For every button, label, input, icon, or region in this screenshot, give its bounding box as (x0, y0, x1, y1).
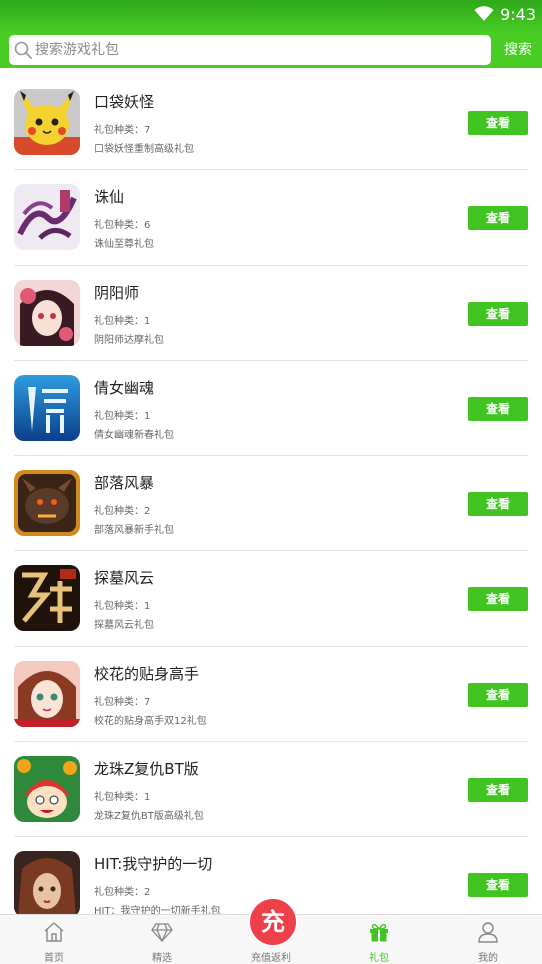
tab-recharge[interactable]: 充 充值返利 (217, 897, 325, 964)
tab-home[interactable]: 首页 (0, 915, 108, 964)
game-name: 龙珠Z复仇BT版 (94, 760, 199, 779)
gift-list: 口袋妖怪 礼包种类：7 口袋妖怪重制高级礼包 查看 诛仙 礼包种类：6 诛仙至尊… (0, 75, 542, 914)
gift-description: 部落风暴新手礼包 (94, 525, 174, 537)
list-item[interactable]: 龙珠Z复仇BT版 礼包种类：1 龙珠Z复仇BT版高级礼包 查看 (14, 742, 528, 838)
qiannv-icon (14, 374, 80, 441)
game-name: 诛仙 (94, 188, 125, 207)
tab-featured-label: 精选 (152, 953, 172, 964)
list-item[interactable]: 口袋妖怪 礼包种类：7 口袋妖怪重制高级礼包 查看 (14, 75, 528, 171)
user-icon (478, 922, 498, 943)
pikachu-icon (14, 89, 80, 155)
search-button[interactable]: 搜索 (497, 35, 539, 65)
gift-count: 礼包种类：6 (94, 220, 151, 232)
schoolgirl-icon (14, 660, 80, 727)
gift-description: 探墓风云礼包 (94, 620, 154, 632)
view-button[interactable]: 查看 (468, 682, 528, 707)
search-icon (14, 41, 32, 59)
list-item[interactable]: 阴阳师 礼包种类：1 阴阳师达摩礼包 查看 (14, 266, 528, 361)
gift-icon (370, 923, 388, 942)
gift-count: 礼包种类：7 (94, 696, 151, 708)
search-bar: 搜索 (0, 33, 542, 68)
view-button[interactable]: 查看 (468, 778, 528, 803)
list-item[interactable]: 探墓风云 礼包种类：1 探墓风云礼包 查看 (14, 551, 528, 647)
view-button[interactable]: 查看 (468, 301, 528, 326)
gift-count: 礼包种类：7 (94, 125, 151, 136)
game-name: 口袋妖怪 (94, 93, 155, 111)
gift-count: 礼包种类：1 (94, 410, 151, 422)
view-button[interactable]: 查看 (468, 111, 528, 135)
tab-mine-label: 我的 (478, 953, 498, 964)
list-item[interactable]: 倩女幽魂 礼包种类：1 倩女幽魂新春礼包 查看 (14, 361, 528, 457)
tab-home-label: 首页 (44, 953, 64, 964)
dragonball-icon (14, 756, 80, 823)
list-item[interactable]: 校花的贴身高手 礼包种类：7 校花的贴身高手双12礼包 查看 (14, 647, 528, 743)
tab-gift-label: 礼包 (369, 953, 389, 964)
hit-icon (14, 851, 80, 914)
list-item[interactable]: 部落风暴 礼包种类：2 部落风暴新手礼包 查看 (14, 456, 528, 552)
diamond-icon (151, 923, 173, 943)
status-bar: 9:43 (0, 0, 542, 33)
home-icon (44, 922, 64, 942)
view-button[interactable]: 查看 (468, 492, 528, 517)
tab-gift[interactable]: 礼包 (325, 915, 433, 964)
game-name: 部落风暴 (94, 474, 155, 493)
recharge-badge: 充 (248, 897, 298, 947)
search-box[interactable] (9, 35, 491, 65)
view-button[interactable]: 查看 (468, 587, 528, 612)
bottom-tab-bar: 首页 精选 充 充值返利 礼包 我的 (0, 897, 542, 964)
gift-count: 礼包种类：1 (94, 315, 151, 327)
gift-description: 阴阳师达摩礼包 (94, 334, 164, 346)
game-name: HIT:我守护的一切 (94, 855, 213, 874)
gift-description: 校花的贴身高手双12礼包 (94, 715, 207, 727)
game-name: 倩女幽魂 (94, 378, 155, 397)
search-input[interactable] (35, 35, 475, 65)
game-name: 探墓风云 (94, 569, 155, 588)
gift-count: 礼包种类：1 (94, 601, 151, 613)
status-time: 9:43 (500, 4, 536, 24)
gift-count: 礼包种类：2 (94, 887, 151, 899)
gift-description: HIT：我守护的一切新手礼包 (94, 906, 221, 914)
game-name: 阴阳师 (94, 283, 140, 302)
tanmu-icon (14, 565, 80, 632)
list-item[interactable]: 诛仙 礼包种类：6 诛仙至尊礼包 查看 (14, 170, 528, 266)
dragon-icon (14, 470, 80, 537)
view-button[interactable]: 查看 (468, 873, 528, 898)
view-button[interactable]: 查看 (468, 396, 528, 421)
gift-description: 倩女幽魂新春礼包 (94, 429, 174, 441)
tab-recharge-label: 充值返利 (251, 953, 291, 964)
zhuxian-icon (14, 184, 80, 251)
game-name: 校花的贴身高手 (94, 664, 200, 683)
onmyoji-icon (14, 279, 80, 346)
tab-featured[interactable]: 精选 (108, 915, 216, 964)
view-button[interactable]: 查看 (468, 206, 528, 231)
wifi-icon (474, 6, 494, 21)
tab-mine[interactable]: 我的 (434, 915, 542, 964)
gift-description: 口袋妖怪重制高级礼包 (94, 144, 194, 155)
gift-count: 礼包种类：1 (94, 792, 151, 804)
gift-count: 礼包种类：2 (94, 506, 151, 518)
gift-description: 诛仙至尊礼包 (94, 239, 154, 251)
gift-description: 龙珠Z复仇BT版高级礼包 (94, 811, 204, 823)
